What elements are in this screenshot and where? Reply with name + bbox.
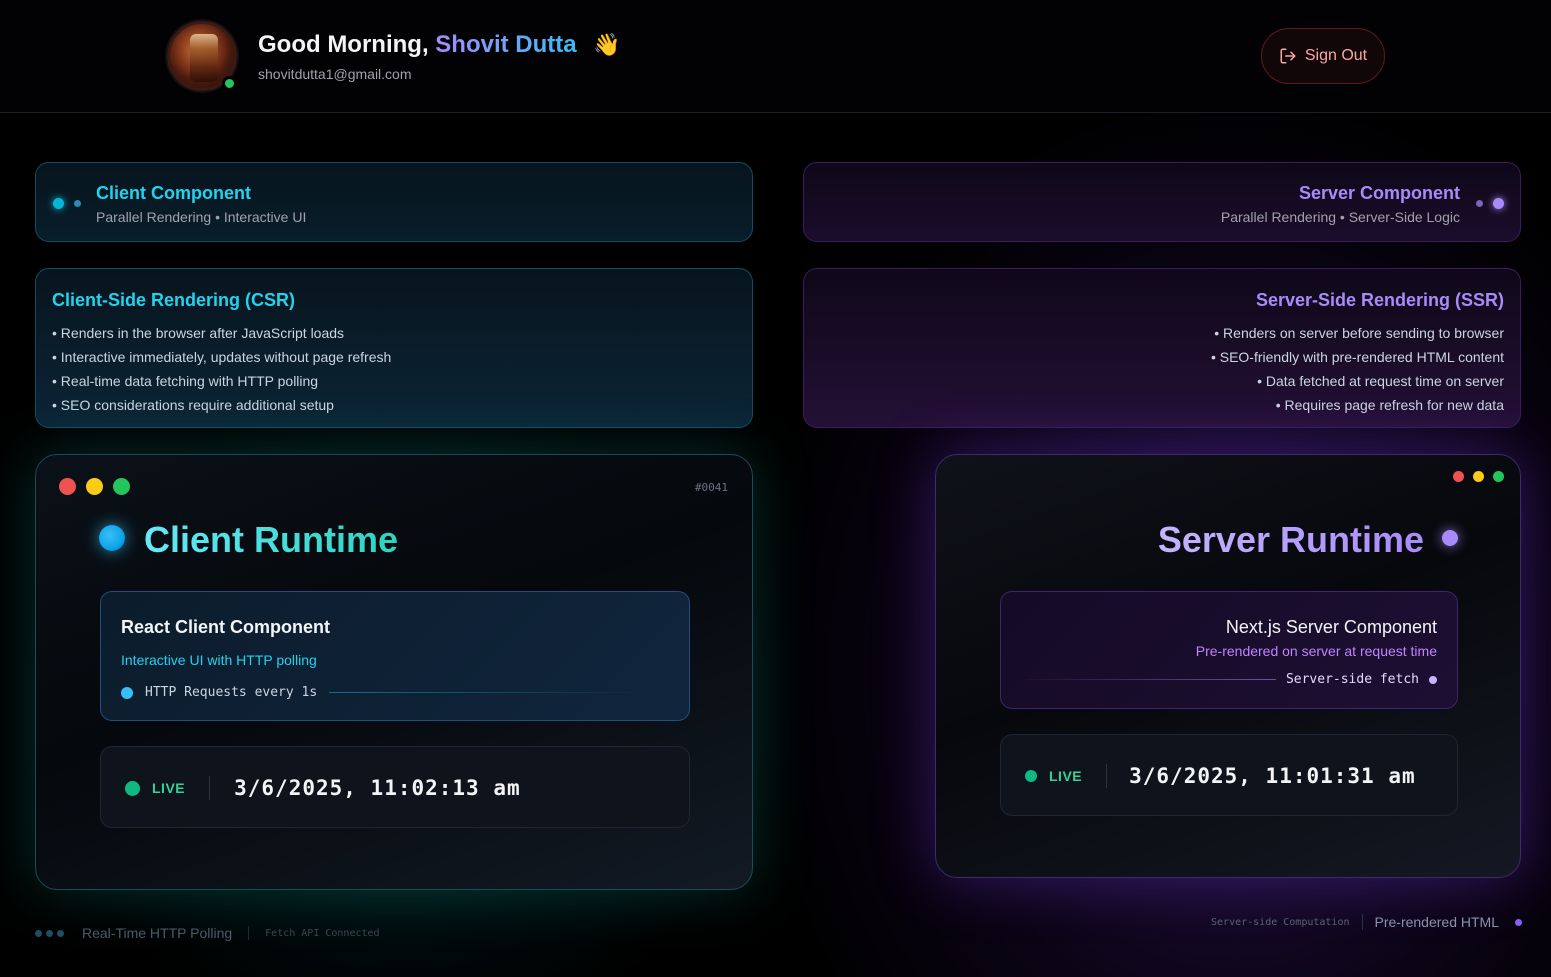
list-item: • Renders in the browser after JavaScrip… [52,325,345,341]
ssr-info-card: Server-Side Rendering (SSR) • Renders on… [803,268,1521,428]
list-item: • Data fetched at request time on server [1257,373,1504,389]
sign-out-button[interactable]: Sign Out [1261,28,1385,84]
server-component-title: Server Component [1298,183,1460,203]
divider [209,776,211,800]
minimize-dot-icon[interactable] [1473,471,1484,482]
live-label: LIVE [152,780,186,796]
react-client-component-subtitle: Interactive UI with HTTP polling [121,652,317,668]
avatar[interactable] [167,21,237,91]
list-item: • Interactive immediately, updates witho… [52,349,392,365]
client-component-subtitle: Parallel Rendering • Interactive UI [96,209,307,225]
nextjs-server-component-card: Next.js Server Component Pre-rendered on… [1000,591,1458,709]
client-footer: Real-Time HTTP Polling Fetch API Connect… [35,922,380,944]
divider [1361,914,1363,930]
nextjs-server-component-subtitle: Pre-rendered on server at request time [1195,643,1437,659]
list-item: • SEO considerations require additional … [52,397,334,413]
polling-label: HTTP Requests every 1s [145,685,318,700]
server-fetch-indicator: Server-side fetch [1025,672,1437,687]
list-item: • SEO-friendly with pre-rendered HTML co… [1210,349,1504,365]
ssr-title: Server-Side Rendering (SSR) [1255,290,1504,310]
csr-info-card: Client-Side Rendering (CSR) • Renders in… [35,268,753,428]
client-runtime-panel: #0041 Client Runtime React Client Compon… [35,454,753,890]
server-runtime-panel: Server Runtime Next.js Server Component … [935,454,1521,878]
greeting-text: Good Morning, [258,31,429,58]
server-component-card: Server Component Parallel Rendering • Se… [803,162,1521,242]
server-status-dots [1476,198,1504,209]
close-dot-icon[interactable] [59,478,76,495]
footer-fetch-status: Fetch API Connected [265,927,380,939]
ssr-bullet-list: • Renders on server before sending to br… [1211,321,1504,417]
client-component-card: Client Component Parallel Rendering • In… [35,162,753,242]
client-status-dots [53,198,81,209]
window-controls [59,478,130,495]
user-email: shovitdutta1@gmail.com [258,66,412,82]
list-item: • Requires page refresh for new data [1275,397,1504,413]
csr-title: Client-Side Rendering (CSR) [52,290,296,310]
footer-dot-icon [1515,918,1522,926]
client-runtime-indicator-icon [99,525,125,551]
server-component-subtitle: Parallel Rendering • Server-Side Logic [1220,209,1460,225]
fetch-line [1025,679,1276,680]
divider [248,926,250,940]
live-label: LIVE [1049,768,1083,784]
client-live-clock-card: LIVE 3/6/2025, 11:02:13 am [100,746,690,828]
polling-line [329,692,640,693]
divider [1106,764,1108,788]
wave-icon: 👋 [593,32,621,57]
sign-out-label: Sign Out [1304,47,1368,64]
page-header: Good Morning, Shovit Dutta 👋 shovitdutta… [0,0,1551,113]
server-runtime-title: Server Runtime [1157,519,1424,560]
server-live-clock-card: LIVE 3/6/2025, 11:01:31 am [1000,734,1458,816]
polling-indicator: HTTP Requests every 1s [121,685,640,700]
client-timestamp: 3/6/2025, 11:02:13 am [234,776,521,800]
user-name: Shovit Dutta [435,31,577,58]
maximize-dot-icon[interactable] [113,478,130,495]
csr-bullet-list: • Renders in the browser after JavaScrip… [52,321,391,417]
sign-out-icon [1280,48,1296,64]
footer-dots-icon [35,929,64,937]
greeting-heading: Good Morning, Shovit Dutta 👋 [258,31,621,59]
live-dot-icon [125,780,140,796]
server-timestamp: 3/6/2025, 11:01:31 am [1129,764,1416,788]
list-item: • Renders on server before sending to br… [1214,325,1504,341]
client-runtime-title: Client Runtime [144,519,399,560]
server-fetch-label: Server-side fetch [1285,672,1419,687]
maximize-dot-icon[interactable] [1493,471,1504,482]
fetch-dot-icon [1429,675,1437,684]
list-item: • Real-time data fetching with HTTP poll… [52,373,319,389]
react-client-component-card: React Client Component Interactive UI wi… [100,591,690,721]
footer-computation-status: Server-side Computation [1211,916,1350,928]
live-dot-icon [1025,770,1037,782]
server-footer: Server-side Computation Pre-rendered HTM… [1211,911,1522,933]
nextjs-server-component-title: Next.js Server Component [1225,617,1437,637]
instance-id-tag: #0041 [694,481,728,494]
window-controls [1453,471,1504,482]
close-dot-icon[interactable] [1453,471,1464,482]
client-component-title: Client Component [96,183,251,203]
server-runtime-indicator-icon [1442,530,1458,546]
footer-prerendered-label: Pre-rendered HTML [1374,914,1500,930]
online-status-dot [222,76,237,91]
footer-polling-label: Real-Time HTTP Polling [82,925,233,941]
polling-dot-icon [121,686,133,699]
minimize-dot-icon[interactable] [86,478,103,495]
react-client-component-title: React Client Component [121,617,331,637]
